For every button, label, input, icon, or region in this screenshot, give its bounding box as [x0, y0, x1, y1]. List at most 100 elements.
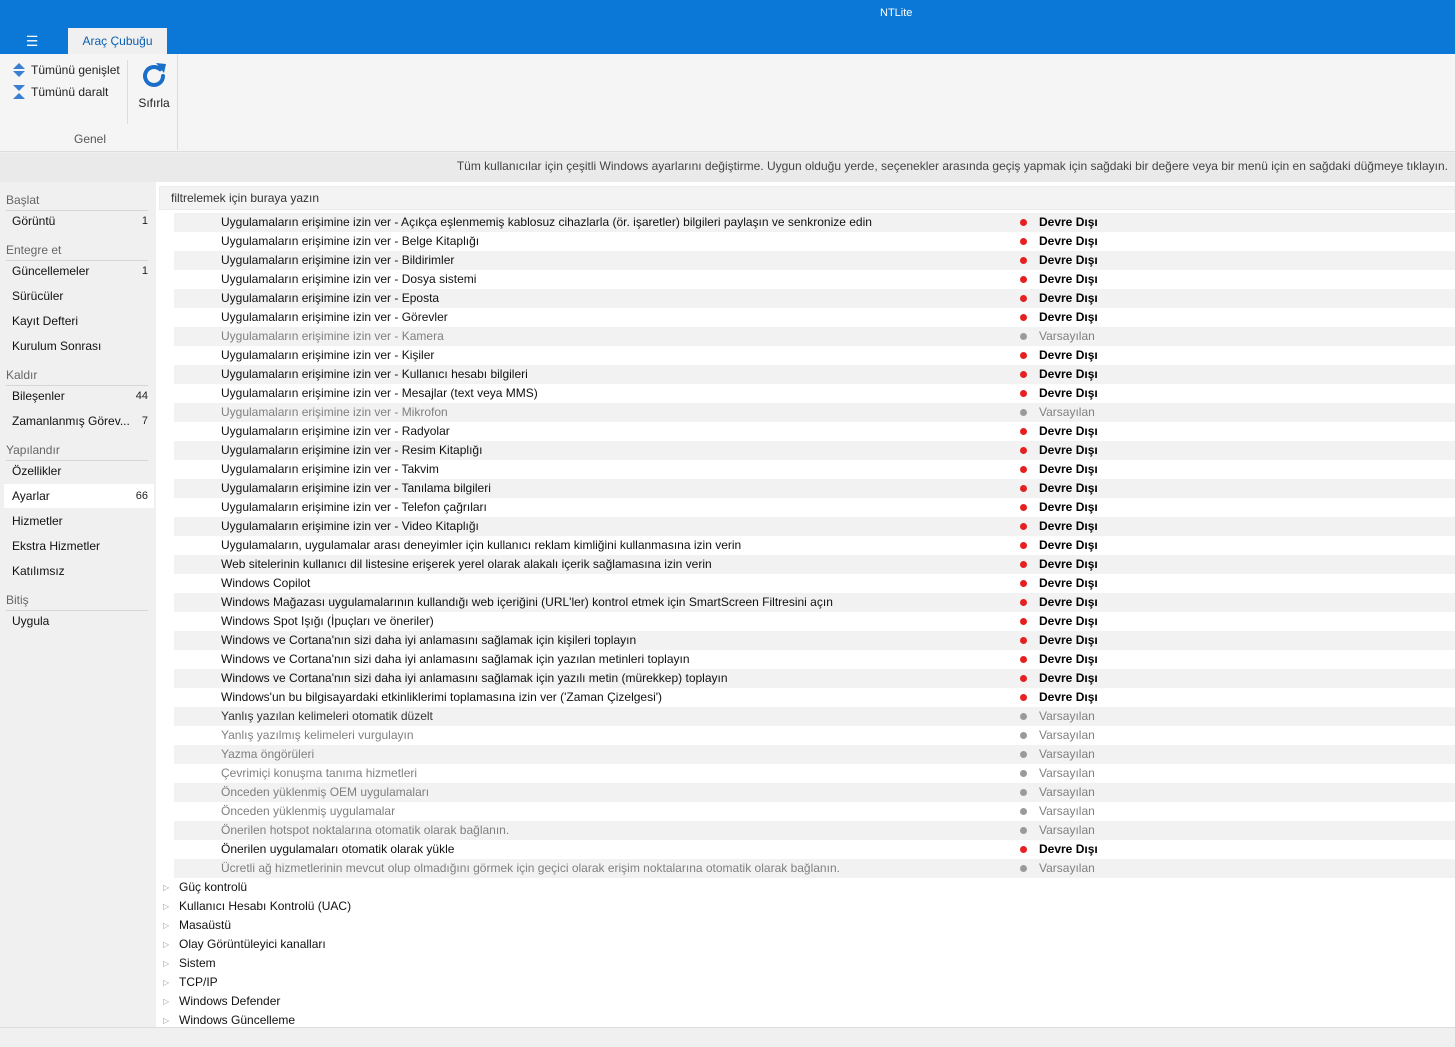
setting-value[interactable]: Varsayılan: [1039, 764, 1095, 783]
setting-value[interactable]: Devre Dışı: [1039, 289, 1098, 308]
category-row[interactable]: ▷ Güç kontrolü: [156, 878, 1455, 897]
setting-value[interactable]: Devre Dışı: [1039, 574, 1098, 593]
setting-row[interactable]: Uygulamaların erişimine izin ver - Kulla…: [174, 365, 1455, 384]
setting-row[interactable]: Uygulamaların, uygulamalar arası deneyim…: [174, 536, 1455, 555]
sidebar-item-services[interactable]: Hizmetler: [4, 509, 154, 533]
setting-value[interactable]: Devre Dışı: [1039, 232, 1098, 251]
expand-arrow-icon[interactable]: ▷: [163, 897, 169, 916]
sidebar-item-updates[interactable]: Güncellemeler 1: [4, 259, 154, 283]
setting-row[interactable]: Uygulamaların erişimine izin ver - Görev…: [174, 308, 1455, 327]
collapse-all-button[interactable]: Tümünü daralt: [12, 83, 108, 101]
setting-value[interactable]: Devre Dışı: [1039, 631, 1098, 650]
filter-input[interactable]: filtrelemek için buraya yazın: [159, 186, 1455, 210]
setting-value[interactable]: Devre Dışı: [1039, 612, 1098, 631]
setting-row[interactable]: Uygulamaların erişimine izin ver - Açıkç…: [174, 213, 1455, 232]
setting-value[interactable]: Devre Dışı: [1039, 384, 1098, 403]
setting-value[interactable]: Devre Dışı: [1039, 422, 1098, 441]
setting-row[interactable]: Uygulamaların erişimine izin ver - Takvi…: [174, 460, 1455, 479]
tab-toolbar[interactable]: Araç Çubuğu: [68, 28, 167, 54]
category-row[interactable]: ▷ Sistem: [156, 954, 1455, 973]
setting-value[interactable]: Devre Dışı: [1039, 536, 1098, 555]
setting-value[interactable]: Varsayılan: [1039, 403, 1095, 422]
setting-row[interactable]: Çevrimiçi konuşma tanıma hizmetleri Varsa…: [174, 764, 1455, 783]
setting-value[interactable]: Devre Dışı: [1039, 498, 1098, 517]
setting-row[interactable]: Uygulamaların erişimine izin ver - Telef…: [174, 498, 1455, 517]
sidebar-item-scheduled-tasks[interactable]: Zamanlanmış Görev... 7: [4, 409, 154, 433]
setting-row[interactable]: Yazma öngörüleri Varsayılan: [174, 745, 1455, 764]
setting-value[interactable]: Varsayılan: [1039, 859, 1095, 878]
setting-row[interactable]: Uygulamaların erişimine izin ver - Belge…: [174, 232, 1455, 251]
category-row[interactable]: ▷ Windows Defender: [156, 992, 1455, 1011]
reset-button[interactable]: Sıfırla: [132, 60, 176, 116]
hamburger-menu-icon[interactable]: ☰: [20, 32, 44, 50]
setting-row[interactable]: Uygulamaların erişimine izin ver - Mesaj…: [174, 384, 1455, 403]
setting-value[interactable]: Devre Dışı: [1039, 479, 1098, 498]
setting-row[interactable]: Windows ve Cortana'nın sizi daha iyi anl…: [174, 669, 1455, 688]
setting-value[interactable]: Varsayılan: [1039, 707, 1095, 726]
setting-value[interactable]: Devre Dışı: [1039, 213, 1098, 232]
setting-value[interactable]: Devre Dışı: [1039, 650, 1098, 669]
setting-row[interactable]: Uygulamaların erişimine izin ver - Mikro…: [174, 403, 1455, 422]
setting-value[interactable]: Varsayılan: [1039, 802, 1095, 821]
sidebar-item-post-setup[interactable]: Kurulum Sonrası: [4, 334, 154, 358]
setting-row[interactable]: Windows Mağazası uygulamalarının kulland…: [174, 593, 1455, 612]
setting-row[interactable]: Uygulamaların erişimine izin ver - Radyo…: [174, 422, 1455, 441]
setting-value[interactable]: Devre Dışı: [1039, 517, 1098, 536]
setting-row[interactable]: Uygulamaların erişimine izin ver - Kişil…: [174, 346, 1455, 365]
setting-value[interactable]: Varsayılan: [1039, 783, 1095, 802]
setting-row[interactable]: Önceden yüklenmiş uygulamalar Varsayılan: [174, 802, 1455, 821]
expand-arrow-icon[interactable]: ▷: [163, 935, 169, 954]
category-row[interactable]: ▷ TCP/IP: [156, 973, 1455, 992]
sidebar-item-registry[interactable]: Kayıt Defteri: [4, 309, 154, 333]
setting-value[interactable]: Devre Dışı: [1039, 346, 1098, 365]
setting-row[interactable]: Önerilen hotspot noktalarına otomatik ol…: [174, 821, 1455, 840]
expand-arrow-icon[interactable]: ▷: [163, 992, 169, 1011]
setting-row[interactable]: Uygulamaların erişimine izin ver - Epost…: [174, 289, 1455, 308]
sidebar-item-unattended[interactable]: Katılımsız: [4, 559, 154, 583]
category-row[interactable]: ▷ Kullanıcı Hesabı Kontrolü (UAC): [156, 897, 1455, 916]
category-row[interactable]: ▷ Olay Görüntüleyici kanalları: [156, 935, 1455, 954]
setting-value[interactable]: Devre Dışı: [1039, 593, 1098, 612]
setting-row[interactable]: Uygulamaların erişimine izin ver - Bildi…: [174, 251, 1455, 270]
setting-row[interactable]: Uygulamaların erişimine izin ver - Tanıl…: [174, 479, 1455, 498]
sidebar-item-features[interactable]: Özellikler: [4, 459, 154, 483]
setting-value[interactable]: Varsayılan: [1039, 745, 1095, 764]
setting-row[interactable]: Önceden yüklenmiş OEM uygulamaları Varsay…: [174, 783, 1455, 802]
setting-value[interactable]: Devre Dışı: [1039, 840, 1098, 859]
setting-row[interactable]: Windows ve Cortana'nın sizi daha iyi anl…: [174, 650, 1455, 669]
expand-arrow-icon[interactable]: ▷: [163, 954, 169, 973]
setting-value[interactable]: Devre Dışı: [1039, 441, 1098, 460]
sidebar-item-drivers[interactable]: Sürücüler: [4, 284, 154, 308]
expand-arrow-icon[interactable]: ▷: [163, 878, 169, 897]
sidebar-item-extra-services[interactable]: Ekstra Hizmetler: [4, 534, 154, 558]
setting-value[interactable]: Devre Dışı: [1039, 688, 1098, 707]
setting-row[interactable]: Web sitelerinin kullanıcı dil listesine …: [174, 555, 1455, 574]
setting-value[interactable]: Devre Dışı: [1039, 460, 1098, 479]
setting-value[interactable]: Devre Dışı: [1039, 555, 1098, 574]
setting-row[interactable]: Uygulamaların erişimine izin ver - Kamer…: [174, 327, 1455, 346]
setting-value[interactable]: Devre Dışı: [1039, 270, 1098, 289]
setting-row[interactable]: Windows'un bu bilgisayardaki etkinlikler…: [174, 688, 1455, 707]
expand-arrow-icon[interactable]: ▷: [163, 916, 169, 935]
setting-row[interactable]: Önerilen uygulamaları otomatik olarak yü…: [174, 840, 1455, 859]
setting-value[interactable]: Varsayılan: [1039, 821, 1095, 840]
setting-row[interactable]: Yanlış yazılmış kelimeleri vurgulayın Var…: [174, 726, 1455, 745]
setting-row[interactable]: Uygulamaların erişimine izin ver - Resim…: [174, 441, 1455, 460]
setting-row[interactable]: Uygulamaların erişimine izin ver - Video…: [174, 517, 1455, 536]
setting-row[interactable]: Windows ve Cortana'nın sizi daha iyi anl…: [174, 631, 1455, 650]
sidebar-item-image[interactable]: Görüntü 1: [4, 209, 154, 233]
setting-row[interactable]: Yanlış yazılan kelimeleri otomatik düzel…: [174, 707, 1455, 726]
setting-row[interactable]: Ücretli ağ hizmetlerinin mevcut olup olm…: [174, 859, 1455, 878]
sidebar-item-components[interactable]: Bileşenler 44: [4, 384, 154, 408]
setting-value[interactable]: Varsayılan: [1039, 327, 1095, 346]
setting-value[interactable]: Varsayılan: [1039, 726, 1095, 745]
sidebar-item-settings[interactable]: Ayarlar 66: [4, 484, 154, 508]
setting-row[interactable]: Windows Spot Işığı (İpuçları ve öneriler…: [174, 612, 1455, 631]
expand-all-button[interactable]: Tümünü genişlet: [12, 61, 120, 79]
setting-value[interactable]: Devre Dışı: [1039, 251, 1098, 270]
setting-value[interactable]: Devre Dışı: [1039, 669, 1098, 688]
expand-arrow-icon[interactable]: ▷: [163, 973, 169, 992]
setting-row[interactable]: Uygulamaların erişimine izin ver - Dosya…: [174, 270, 1455, 289]
category-row[interactable]: ▷ Masaüstü: [156, 916, 1455, 935]
sidebar-item-apply[interactable]: Uygula: [4, 609, 154, 633]
